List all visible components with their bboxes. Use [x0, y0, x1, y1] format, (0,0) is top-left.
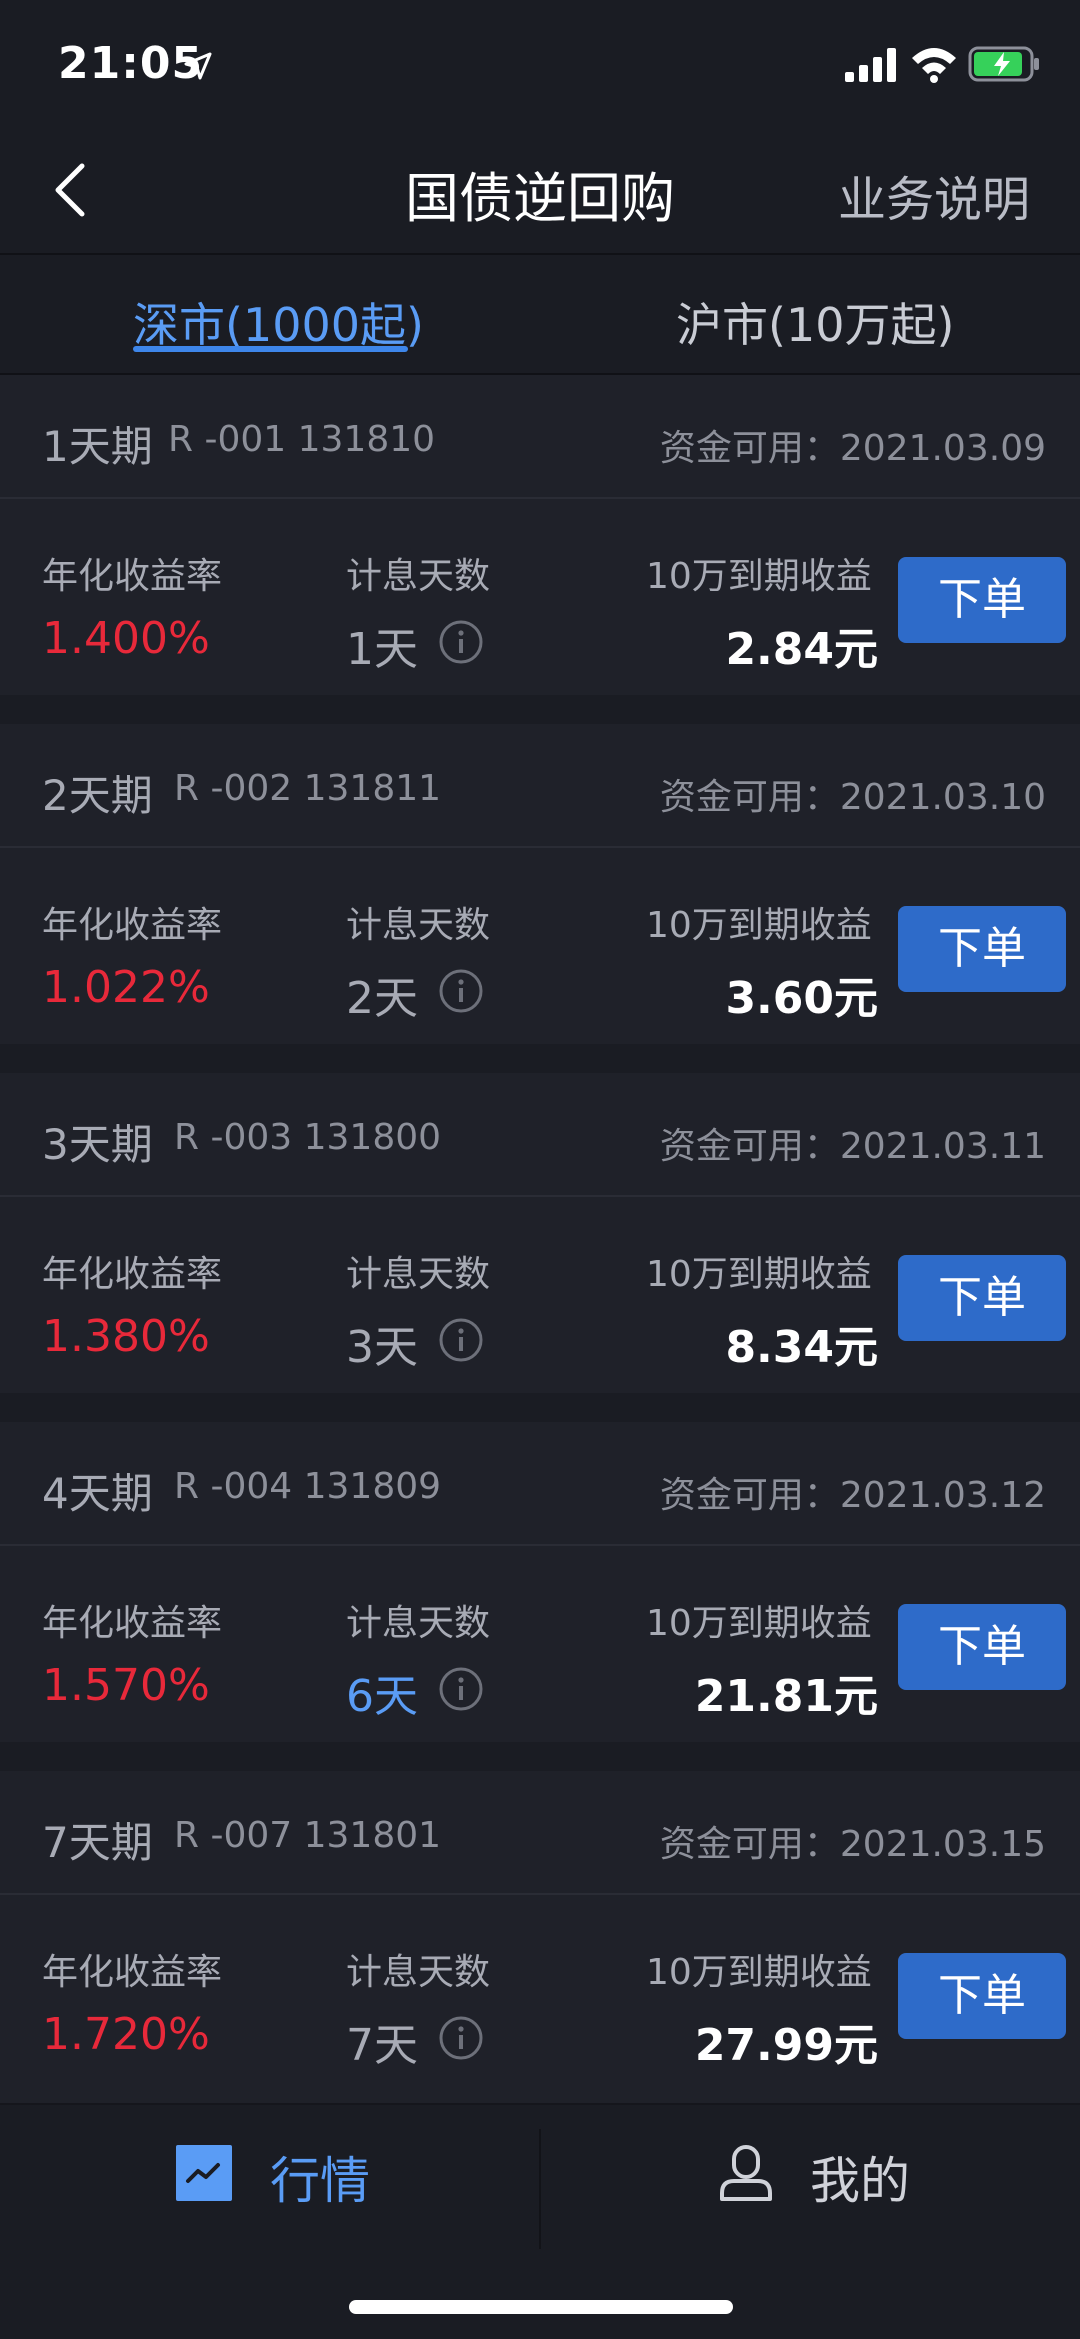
interest-days-value: 2天 — [346, 973, 418, 1024]
interest-days-label: 计息天数 — [346, 1254, 491, 1295]
interest-days-label: 计息天数 — [346, 556, 491, 597]
annual-rate-value: 1.380% — [42, 1311, 210, 1362]
wifi-icon — [912, 48, 956, 83]
home-indicator — [349, 2300, 733, 2314]
product-code: R -003 131800 — [174, 1117, 442, 1158]
maturity-income-label: 10万到期收益 — [646, 556, 872, 597]
interest-days-value: 3天 — [346, 1322, 418, 1373]
funds-available-date: 资金可用：2021.03.12 — [659, 1475, 1046, 1516]
maturity-income-label: 10万到期收益 — [646, 905, 872, 946]
status-bar: 21:05 — [0, 0, 1080, 130]
interest-days-label: 计息天数 — [346, 1603, 491, 1644]
funds-available-date: 资金可用：2021.03.10 — [659, 777, 1046, 818]
funds-available-date: 资金可用：2021.03.09 — [659, 428, 1046, 469]
user-profile-icon[interactable] — [718, 2143, 774, 2203]
product-code: R -007 131801 — [174, 1815, 442, 1856]
product-card: 2天期 R -002 131811 资金可用：2021.03.10 年化收益率 … — [0, 724, 1080, 1044]
product-card: 7天期 R -007 131801 资金可用：2021.03.15 年化收益率 … — [0, 1771, 1080, 2103]
annual-rate-label: 年化收益率 — [42, 1952, 223, 1993]
product-period: 7天期 — [42, 1818, 153, 1867]
order-button[interactable]: 下单 — [898, 1604, 1066, 1690]
funds-available-date: 资金可用：2021.03.11 — [659, 1126, 1046, 1167]
funds-available-date: 资金可用：2021.03.15 — [659, 1824, 1046, 1865]
market-chart-icon[interactable] — [176, 2145, 232, 2201]
tabbar-divider — [539, 2129, 541, 2249]
product-card-header: 7天期 R -007 131801 资金可用：2021.03.15 — [0, 1771, 1080, 1895]
tab-shanghai-market[interactable]: 沪市(10万起) — [676, 289, 954, 355]
annual-rate-label: 年化收益率 — [42, 905, 223, 946]
maturity-income-value: 2.84元 — [725, 624, 878, 675]
maturity-income-label: 10万到期收益 — [646, 1254, 872, 1295]
product-card: 4天期 R -004 131809 资金可用：2021.03.12 年化收益率 … — [0, 1422, 1080, 1742]
interest-days-value: 7天 — [346, 2020, 418, 2071]
annual-rate-label: 年化收益率 — [42, 556, 223, 597]
annual-rate-value: 1.720% — [42, 2009, 210, 2060]
business-description-link[interactable]: 业务说明 — [838, 160, 1030, 230]
info-icon[interactable] — [438, 619, 484, 665]
product-card: 1天期 R -001 131810 资金可用：2021.03.09 年化收益率 … — [0, 375, 1080, 695]
maturity-income-value: 21.81元 — [694, 1671, 878, 1722]
product-period: 3天期 — [42, 1120, 153, 1169]
order-button[interactable]: 下单 — [898, 906, 1066, 992]
battery-charging-icon — [968, 46, 1039, 82]
order-button[interactable]: 下单 — [898, 557, 1066, 643]
info-icon[interactable] — [438, 968, 484, 1014]
product-card-header: 2天期 R -002 131811 资金可用：2021.03.10 — [0, 724, 1080, 848]
cellular-signal-icon — [845, 48, 896, 82]
maturity-income-value: 27.99元 — [694, 2020, 878, 2071]
annual-rate-value: 1.400% — [42, 613, 210, 664]
order-button[interactable]: 下单 — [898, 1255, 1066, 1341]
product-code: R -001 131810 — [168, 419, 436, 460]
tab-mine-label[interactable]: 我的 — [810, 2141, 910, 2213]
tab-market-label[interactable]: 行情 — [270, 2141, 370, 2213]
maturity-income-value: 8.34元 — [725, 1322, 878, 1373]
interest-days-value: 1天 — [346, 624, 418, 675]
annual-rate-value: 1.570% — [42, 1660, 210, 1711]
annual-rate-label: 年化收益率 — [42, 1254, 223, 1295]
active-tab-underline — [133, 346, 408, 352]
info-icon[interactable] — [438, 1317, 484, 1363]
product-card-header: 4天期 R -004 131809 资金可用：2021.03.12 — [0, 1422, 1080, 1546]
location-arrow-icon — [184, 52, 212, 80]
product-card-header: 3天期 R -003 131800 资金可用：2021.03.11 — [0, 1073, 1080, 1197]
market-tabs: 深市(1000起) 沪市(10万起) — [0, 257, 1080, 375]
info-icon[interactable] — [438, 1666, 484, 1712]
nav-bar: 国债逆回购 业务说明 — [0, 130, 1080, 255]
product-code: R -004 131809 — [174, 1466, 442, 1507]
product-card: 3天期 R -003 131800 资金可用：2021.03.11 年化收益率 … — [0, 1073, 1080, 1393]
product-period: 4天期 — [42, 1469, 153, 1518]
maturity-income-label: 10万到期收益 — [646, 1603, 872, 1644]
product-code: R -002 131811 — [174, 768, 442, 809]
product-period: 2天期 — [42, 771, 153, 820]
product-period: 1天期 — [42, 422, 153, 471]
info-icon[interactable] — [438, 2015, 484, 2061]
interest-days-label: 计息天数 — [346, 905, 491, 946]
annual-rate-value: 1.022% — [42, 962, 210, 1013]
annual-rate-label: 年化收益率 — [42, 1603, 223, 1644]
interest-days-value: 6天 — [346, 1671, 418, 1722]
product-card-header: 1天期 R -001 131810 资金可用：2021.03.09 — [0, 375, 1080, 499]
maturity-income-label: 10万到期收益 — [646, 1952, 872, 1993]
interest-days-label: 计息天数 — [346, 1952, 491, 1993]
order-button[interactable]: 下单 — [898, 1953, 1066, 2039]
maturity-income-value: 3.60元 — [725, 973, 878, 1024]
